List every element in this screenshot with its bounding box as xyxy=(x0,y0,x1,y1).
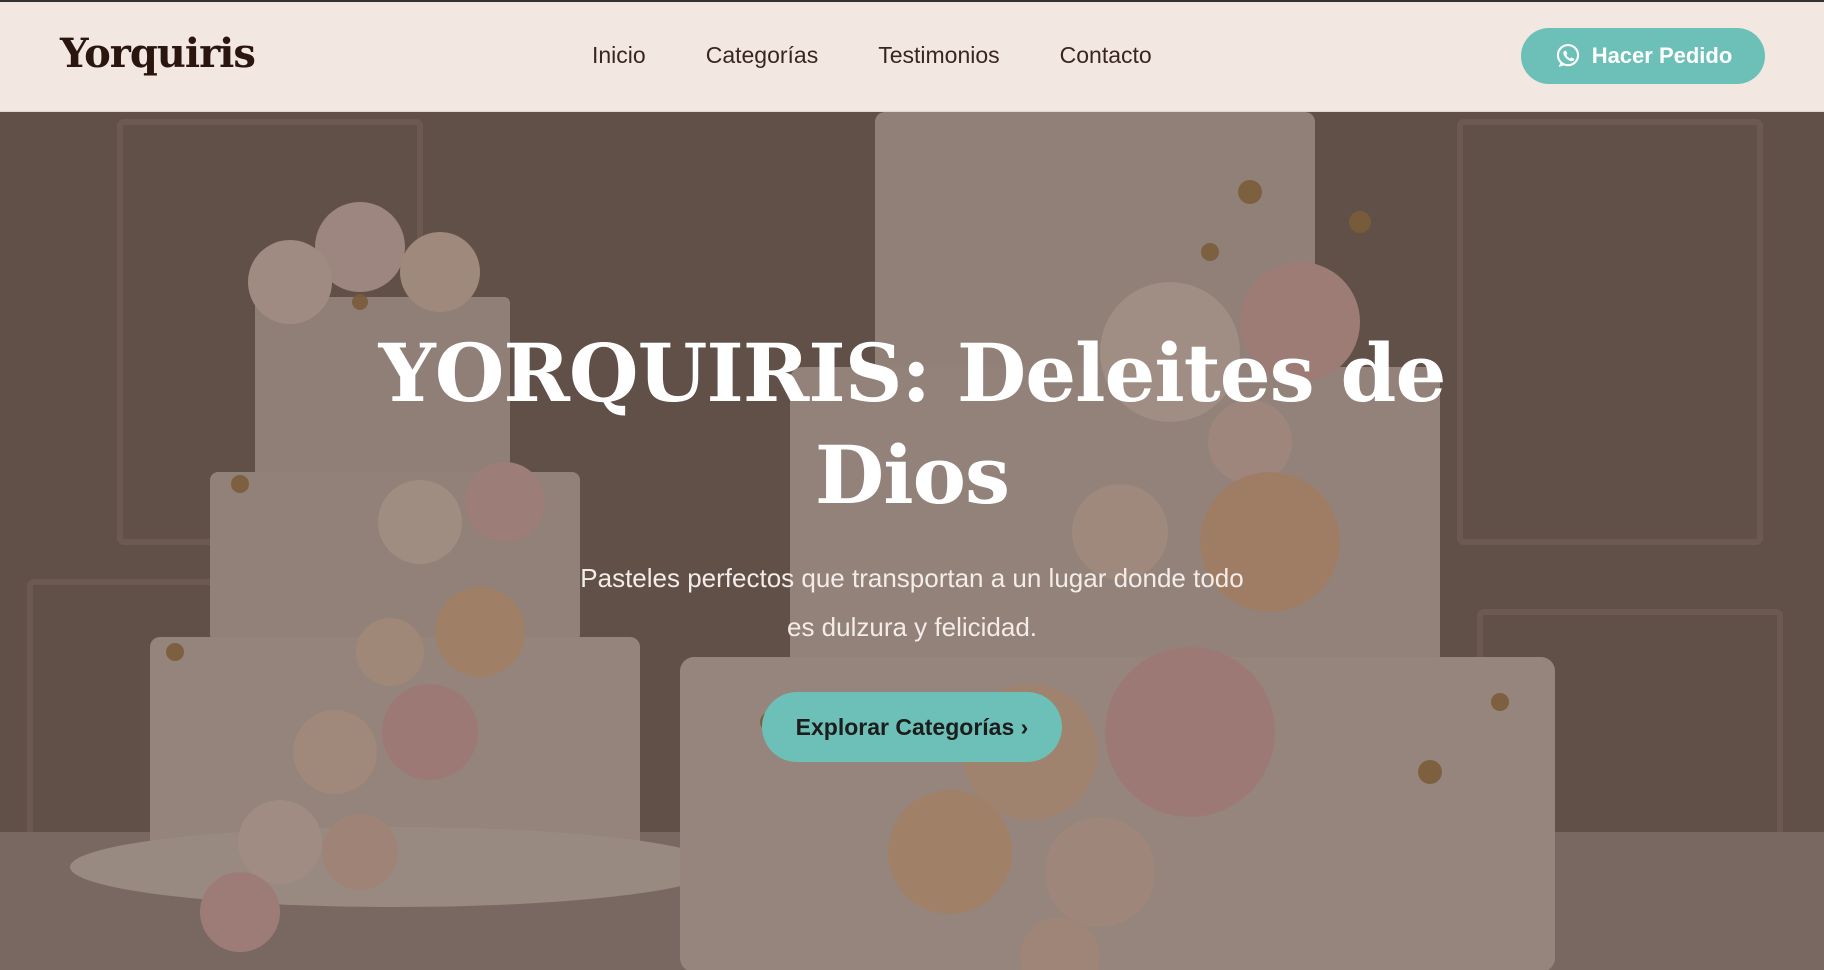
navbar: Yorquiris Inicio Categorías Testimonios … xyxy=(0,2,1824,112)
hero-section: YORQUIRIS: Deleites de Dios Pasteles per… xyxy=(0,112,1824,970)
nav-link-inicio[interactable]: Inicio xyxy=(592,42,646,69)
browser-page: Yorquiris Inicio Categorías Testimonios … xyxy=(0,0,1824,970)
brand-logo[interactable]: Yorquiris xyxy=(60,30,256,77)
order-button[interactable]: Hacer Pedido xyxy=(1521,28,1765,84)
nav-link-testimonios[interactable]: Testimonios xyxy=(878,42,999,69)
hero-title: YORQUIRIS: Deleites de Dios xyxy=(378,326,1447,522)
hero-subtitle: Pasteles perfectos que transportan a un … xyxy=(580,563,1244,642)
whatsapp-icon xyxy=(1556,44,1579,67)
order-button-label: Hacer Pedido xyxy=(1591,43,1733,68)
nav-link-categorias[interactable]: Categorías xyxy=(706,42,819,69)
nav-link-contacto[interactable]: Contacto xyxy=(1060,42,1152,69)
explore-categories-button[interactable]: Explorar Categorías › xyxy=(762,692,1062,762)
hero-content: YORQUIRIS: Deleites de Dios Pasteles per… xyxy=(312,322,1512,762)
main-nav: Inicio Categorías Testimonios Contacto xyxy=(592,42,1152,69)
